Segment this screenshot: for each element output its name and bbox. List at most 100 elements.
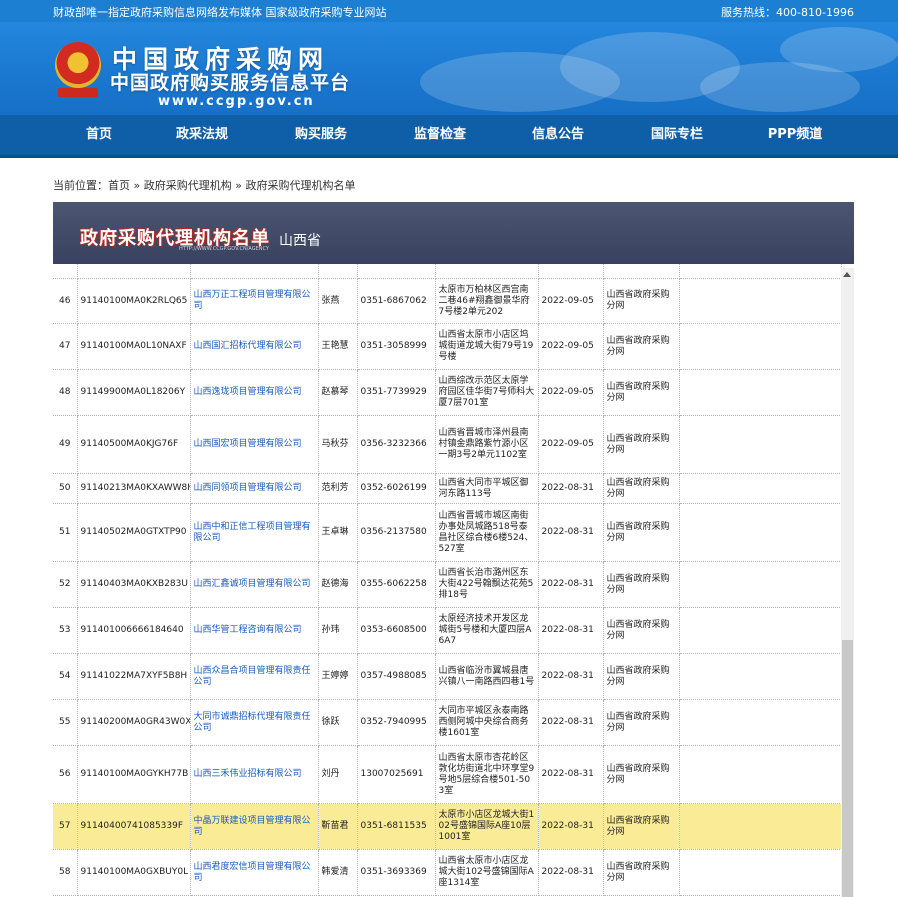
row-number: 46: [53, 278, 78, 324]
contact-person: 赵德海: [318, 561, 358, 608]
contact-phone: 0352-7940995: [357, 699, 436, 746]
nav-regulations[interactable]: 政采法规: [152, 115, 252, 155]
nav-supervision[interactable]: 监督检查: [390, 115, 490, 155]
agency-address: 山西省大同市平城区御河东路113号: [435, 473, 539, 504]
contact-phone: 0352-6026199: [357, 473, 436, 504]
panel-subtitle: HTTP://WWW.CCGP.GOV.CN/AGENCY: [179, 246, 269, 252]
breadcrumb-home[interactable]: 首页: [108, 179, 130, 192]
row-number: 52: [53, 561, 78, 608]
agency-address: 太原经济技术开发区龙城街5号楼和大厦四层A6A7: [435, 607, 539, 654]
credit-code: 91140500MA0KJG76F: [77, 415, 191, 474]
spacer-cell: [679, 803, 842, 850]
credit-code: 91140400741085339F: [77, 803, 191, 850]
nav-international[interactable]: 国际专栏: [627, 115, 727, 155]
contact-person: 张燕: [318, 278, 358, 324]
row-number: 54: [53, 653, 78, 700]
agency-address: 太原市万柏林区西宫南二巷46#翔鑫御景华府7号楼2单元202: [435, 278, 539, 324]
agency-name[interactable]: 山西国宏项目管理有限公司: [190, 415, 319, 474]
registration-date: 2022-08-31: [538, 699, 604, 746]
nav-ppp[interactable]: PPP频道: [745, 115, 845, 155]
agency-name[interactable]: 山西同领项目管理有限公司: [190, 473, 319, 504]
agency-address: 山西省太原市杏花岭区敦化坊街道北中环享堂9号地5层综合楼501-503室: [435, 745, 539, 804]
table-row: 53 911401006666184640 山西华管工程咨询有限公司 孙玮 0353-6…: [53, 607, 842, 654]
registration-date: 2022-08-31: [538, 561, 604, 608]
agency-address: 山西省晋城市泽州县南村镇金鼎路紫竹源小区一期3号2单元1102室: [435, 415, 539, 474]
table-row: 57 91140400741085339F 中晶万联建设项目管理有限公司 靳苗君 035…: [53, 803, 842, 850]
credit-code: 91140502MA0GTXTP90: [77, 503, 191, 562]
region-branch: 山西省政府采购分网: [603, 415, 680, 474]
table-row: 56 91140100MA0GYKH77B 山西三禾伟业招标有限公司 刘丹 130070…: [53, 745, 842, 804]
region-branch: 山西省政府采购分网: [603, 607, 680, 654]
main-nav: 首页 政采法规 购买服务 监督检查 信息公告 国际专栏 PPP频道: [0, 115, 898, 158]
registration-date: 2022-08-31: [538, 803, 604, 850]
credit-code: 91140100MA0GXBUY0L: [77, 849, 191, 896]
table-row: 49 91140500MA0KJG76F 山西国宏项目管理有限公司 马秋芬 0356-3…: [53, 415, 842, 474]
breadcrumb: 当前位置：首页 » 政府采购代理机构 » 政府采购代理机构名单: [53, 179, 356, 192]
nav-announcements[interactable]: 信息公告: [508, 115, 608, 155]
row-number: 57: [53, 803, 78, 850]
region-branch: 山西省政府采购分网: [603, 803, 680, 850]
registration-date: 2022-08-31: [538, 745, 604, 804]
spacer-cell: [679, 561, 842, 608]
nav-purchase-services[interactable]: 购买服务: [271, 115, 371, 155]
credit-code: 91149900MA0L18206Y: [77, 369, 191, 416]
table-row: 58 91140100MA0GXBUY0L 山西君度宏信项目管理有限公司 韩爱清 035…: [53, 849, 842, 896]
contact-person: 徐跃: [318, 699, 358, 746]
service-hotline: 服务热线：400-810-1996: [721, 6, 854, 19]
contact-phone: 0351-6867062: [357, 278, 436, 324]
registration-date: 2022-09-05: [538, 415, 604, 474]
table-row: [53, 264, 842, 279]
table-row: 54 91141022MA7XYF5B8H 山西众昌合项目管理有限责任公司 王婷婷 03…: [53, 653, 842, 700]
panel-header: 政府采购代理机构名单 HTTP://WWW.CCGP.GOV.CN/AGENCY…: [53, 202, 854, 264]
credit-code: 91140213MA0KXAWW8H: [77, 473, 191, 504]
table-row: 55 91140200MA0GR43W0X 大同市诚鼎招标代理有限责任公司 徐跃 035…: [53, 699, 842, 746]
spacer-cell: [679, 699, 842, 746]
contact-phone: 0351-7739929: [357, 369, 436, 416]
contact-phone: 0351-3693369: [357, 849, 436, 896]
spacer-cell: [679, 745, 842, 804]
agency-name[interactable]: 山西众昌合项目管理有限责任公司: [190, 653, 319, 700]
registration-date: 2022-08-31: [538, 503, 604, 562]
contact-person: 王艳慧: [318, 323, 358, 370]
region-branch: 山西省政府采购分网: [603, 369, 680, 416]
region-branch: 山西省政府采购分网: [603, 699, 680, 746]
agency-name[interactable]: 山西君度宏信项目管理有限公司: [190, 849, 319, 896]
spacer-cell: [679, 323, 842, 370]
agency-address: 大同市平城区永泰南路西侧阿城中央综合商务楼1601室: [435, 699, 539, 746]
agency-address: 太原市小店区龙城大街102号盛锦国际A座10层1001室: [435, 803, 539, 850]
spacer-cell: [679, 653, 842, 700]
agency-name[interactable]: 山西逸珑项目管理有限公司: [190, 369, 319, 416]
agency-address: 山西综改示范区太原学府园区佳华街7号师科大厦7层701室: [435, 369, 539, 416]
agency-table-body: 46 91140100MA0K2RLQ65 山西万正工程项目管理有限公司 张燕 0351…: [53, 264, 842, 896]
registration-date: 2022-08-31: [538, 653, 604, 700]
table-row: 52 91140403MA0KXB283U 山西汇鑫诚项目管理有限公司 赵德海 0355…: [53, 561, 842, 608]
agency-name[interactable]: 山西华管工程咨询有限公司: [190, 607, 319, 654]
agency-name[interactable]: 山西三禾伟业招标有限公司: [190, 745, 319, 804]
agency-name[interactable]: 大同市诚鼎招标代理有限责任公司: [190, 699, 319, 746]
scroll-up-icon[interactable]: [843, 272, 851, 277]
contact-phone: 0357-4988085: [357, 653, 436, 700]
registration-date: 2022-08-31: [538, 473, 604, 504]
row-number: 51: [53, 503, 78, 562]
agency-table: 46 91140100MA0K2RLQ65 山西万正工程项目管理有限公司 张燕 0351…: [53, 264, 842, 896]
site-slogan: 财政部唯一指定政府采购信息网络发布媒体 国家级政府采购专业网站: [53, 6, 387, 19]
agency-name[interactable]: 山西汇鑫诚项目管理有限公司: [190, 561, 319, 608]
scroll-thumb[interactable]: [842, 640, 853, 897]
credit-code: 91141022MA7XYF5B8H: [77, 653, 191, 700]
agency-table-container: 46 91140100MA0K2RLQ65 山西万正工程项目管理有限公司 张燕 0351…: [53, 264, 854, 897]
contact-person: 王婷婷: [318, 653, 358, 700]
nav-home[interactable]: 首页: [49, 115, 149, 155]
agency-name[interactable]: 中晶万联建设项目管理有限公司: [190, 803, 319, 850]
row-number: 49: [53, 415, 78, 474]
agency-name[interactable]: 山西中和正信工程项目管理有限公司: [190, 503, 319, 562]
spacer-cell: [679, 607, 842, 654]
table-scrollbar[interactable]: [841, 268, 854, 897]
row-number: 50: [53, 473, 78, 504]
agency-address: 山西省晋城市城区南街办事处凤城路518号泰昌社区综合楼6楼524、527室: [435, 503, 539, 562]
agency-address: 山西省太原市小店区龙城大街102号盛锦国际A座1314室: [435, 849, 539, 896]
breadcrumb-agencies[interactable]: 政府采购代理机构: [144, 179, 232, 192]
agency-address: 山西省长治市潞州区东大街422号翰飘达花苑5排18号: [435, 561, 539, 608]
agency-name[interactable]: 山西万正工程项目管理有限公司: [190, 278, 319, 324]
contact-person: 孙玮: [318, 607, 358, 654]
agency-name[interactable]: 山西国汇招标代理有限公司: [190, 323, 319, 370]
